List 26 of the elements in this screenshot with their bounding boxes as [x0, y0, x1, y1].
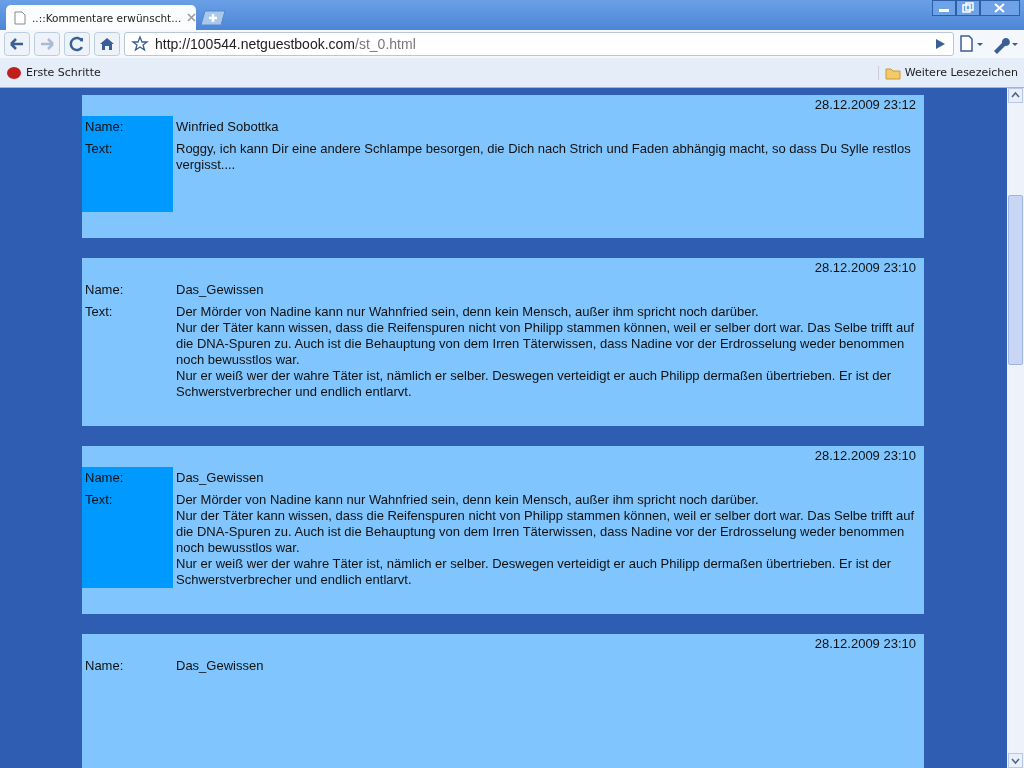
field-label: Name: [85, 658, 125, 675]
comment-text: Nur der Täter kann wissen, dass die Reifenspuren nicht von Philipp stammen können, weil er selber dort war. Das Selbe trifft auf die DNA-Spuren zu. Auch ist die Behauptung von dem Irren Täterwissen, dass Nadine vor der Erdrosselung weder benommen noch bewusstlos war. [176, 320, 915, 368]
comment-text: Nur er weiß wer der wahre Täter ist, nämlich er selber. Deswegen verteidigt er auch Philipp dermaßen übertrieben. Er ist der Schwerstverbrecher und endlich entlarvt. [176, 368, 893, 400]
author-name: Das_Gewissen [176, 470, 265, 487]
browser-tab[interactable]: ..::Kommentare erwünscht... [6, 5, 196, 30]
field-label: Text: [85, 141, 114, 158]
comment-text: Nur er weiß wer der wahre Täter ist, nämlich er selber. Deswegen verteidigt er auch Philipp dermaßen übertrieben. Er ist der Schwerstverbrecher und endlich entlarvt. [176, 556, 893, 588]
field-label: Name: [85, 119, 125, 136]
entry-date: 28.12.2009 23:10 [813, 448, 917, 465]
author-name: Das_Gewissen [176, 282, 265, 299]
comment-text: Nur der Täter kann wissen, dass die Reifenspuren nicht von Philipp stammen können, weil er selber dort war. Das Selbe trifft auf die DNA-Spuren zu. Auch ist die Behauptung von dem Irren Täterwissen, dass Nadine vor der Erdrosselung weder benommen noch bewusstlos war. [176, 508, 915, 556]
comment-text: Der Mörder von Nadine kann nur Wahnfried sein, denn kein Mensch, außer ihm spricht noch darüber. [176, 492, 760, 508]
field-label: Text: [85, 304, 114, 321]
field-label: Name: [85, 470, 125, 487]
field-label: Text: [85, 492, 114, 509]
entry-date: 28.12.2009 23:10 [813, 260, 917, 277]
author-name: Das_Gewissen [176, 658, 265, 675]
bookmark-item[interactable]: Erste Schritte [6, 65, 101, 80]
entry-date: 28.12.2009 23:12 [813, 97, 917, 114]
address-bar[interactable]: http://100544.netguestbook.com/st_0.html [124, 32, 954, 56]
entry-date: 28.12.2009 23:10 [813, 636, 917, 653]
field-label: Name: [85, 282, 125, 299]
comment-text: Der Mörder von Nadine kann nur Wahnfried sein, denn kein Mensch, außer ihm spricht noch darüber. [176, 304, 760, 320]
other-bookmarks[interactable]: Weitere Lesezeichen [877, 65, 1018, 80]
comment-text: Roggy, ich kann Dir eine andere Schlampe besorgen, die Dich nach Strich und Faden abhängig macht, so dass Du Sylle restlos vergisst.... [176, 141, 912, 173]
author-name: Winfried Sobottka [176, 119, 280, 136]
